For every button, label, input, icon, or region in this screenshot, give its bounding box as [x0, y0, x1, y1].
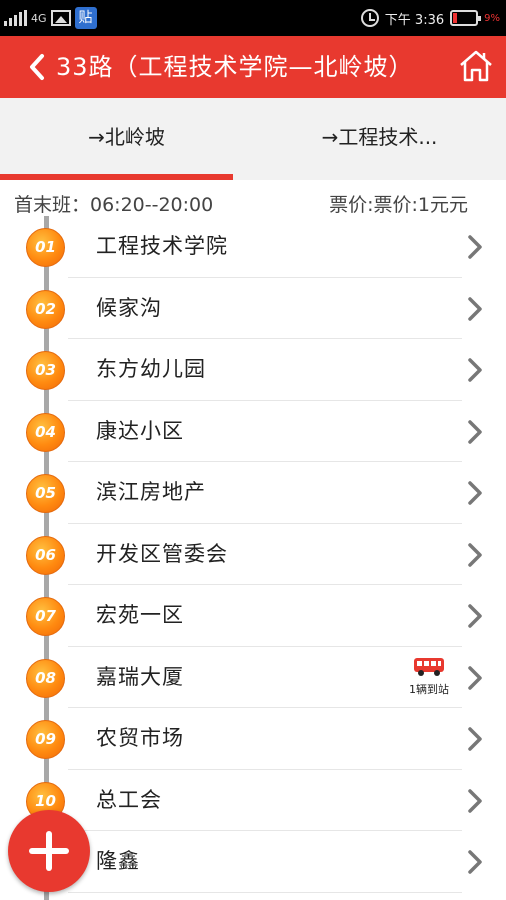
stop-name: 嘉瑞大厦	[96, 664, 184, 689]
bus-arrival-indicator: 1辆到站	[402, 657, 456, 703]
bus-icon	[414, 657, 444, 676]
stop-row[interactable]: 02 候家沟	[0, 278, 506, 339]
stop-name: 开发区管委会	[96, 541, 228, 566]
row-divider	[68, 891, 462, 893]
signal-icon	[4, 10, 27, 26]
status-left: 4G 贴	[4, 6, 97, 30]
clock: 下午 3:36	[384, 12, 445, 28]
app-header: 33路（工程技术学院—北岭坡）	[0, 36, 506, 98]
tab-direction-beilingpo[interactable]: →北岭坡	[0, 98, 253, 176]
tieba-icon: 贴	[74, 7, 97, 29]
chevron-right-icon	[468, 542, 482, 567]
stop-name: 候家沟	[96, 295, 162, 320]
stop-name: 工程技术学院	[96, 234, 228, 258]
alarm-icon	[360, 9, 379, 27]
stop-number-badge: 09	[26, 720, 65, 759]
tab-active-indicator	[0, 174, 233, 180]
stop-number-badge: 03	[26, 351, 65, 390]
add-button[interactable]	[8, 810, 90, 892]
stop-name: 滨江房地产	[96, 480, 206, 504]
back-button[interactable]	[22, 50, 52, 84]
plus-icon	[29, 831, 69, 871]
home-icon	[460, 50, 492, 82]
stop-number-badge: 06	[26, 535, 65, 575]
chevron-right-icon	[468, 727, 482, 751]
stop-number-badge: 08	[26, 658, 65, 698]
stop-row[interactable]: 06 开发区管委会	[0, 524, 506, 585]
stop-number-badge: 07	[26, 597, 65, 636]
network-type: 4G	[31, 11, 47, 25]
chevron-right-icon	[468, 665, 482, 690]
stop-row[interactable]: 04 康达小区	[0, 401, 506, 462]
stop-number-badge: 05	[26, 474, 65, 513]
tab-direction-gongcheng[interactable]: →工程技术...	[253, 98, 506, 176]
stop-number-badge: 01	[26, 228, 65, 267]
battery-icon	[450, 10, 482, 26]
status-bar: 4G 贴 下午 3:36 9%	[0, 0, 506, 36]
chevron-right-icon	[468, 419, 482, 444]
home-button[interactable]	[458, 48, 494, 84]
stop-name: 隆鑫	[96, 849, 140, 873]
stop-number-badge: 02	[26, 289, 65, 329]
chevron-right-icon	[468, 850, 482, 874]
image-icon	[50, 10, 71, 26]
stop-row[interactable]: 03 东方幼儿园	[0, 339, 506, 401]
stop-list: 01 工程技术学院 02 候家沟 03 东方幼儿园 04 康达小区 05 滨江房地产 06 开发区管委…	[0, 216, 506, 900]
stop-row[interactable]: 05 滨江房地产	[0, 462, 506, 524]
stop-row[interactable]: 08 嘉瑞大厦 1辆到站	[0, 647, 506, 708]
page-title: 33路（工程技术学院—北岭坡）	[56, 53, 414, 81]
chevron-right-icon	[468, 235, 482, 259]
status-right: 下午 3:36 9%	[360, 6, 500, 30]
chevron-right-icon	[468, 604, 482, 628]
price-text: 票价:票价:1元元	[329, 194, 468, 216]
battery-percent: 9%	[484, 12, 500, 24]
chevron-right-icon	[468, 296, 482, 321]
stop-row[interactable]: 09 农贸市场	[0, 708, 506, 770]
stop-name: 农贸市场	[96, 726, 184, 750]
stop-name: 总工会	[96, 787, 162, 812]
schedule-text: 首末班：06:20--20:00	[14, 194, 214, 216]
chevron-left-icon	[30, 54, 44, 80]
stop-number-badge: 04	[26, 412, 65, 452]
stop-name: 康达小区	[96, 418, 184, 443]
stop-name: 东方幼儿园	[96, 357, 206, 381]
stop-row[interactable]: 01 工程技术学院	[0, 216, 506, 278]
stop-name: 宏苑一区	[96, 603, 184, 627]
stop-row[interactable]: 07 宏苑一区	[0, 585, 506, 647]
chevron-right-icon	[468, 481, 482, 505]
bus-arrival-text: 1辆到站	[409, 682, 449, 696]
chevron-right-icon	[468, 358, 482, 382]
chevron-right-icon	[468, 788, 482, 813]
direction-tabs: →北岭坡 →工程技术...	[0, 98, 506, 180]
